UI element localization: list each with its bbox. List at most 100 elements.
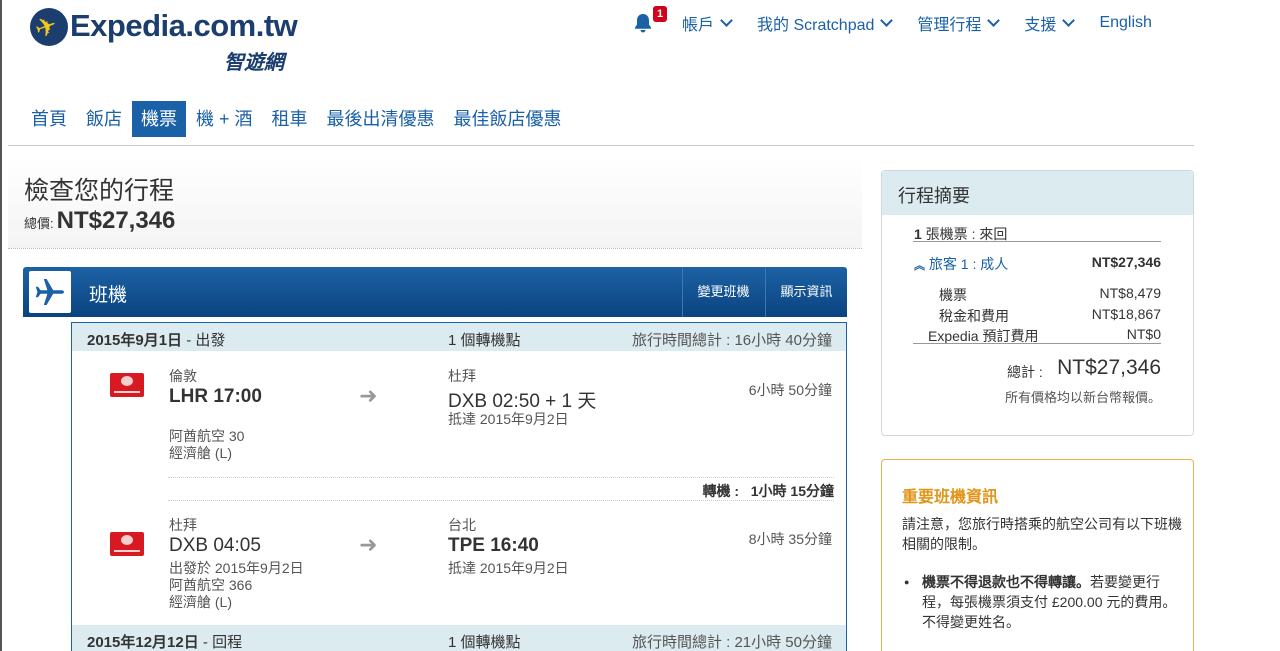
- chevron-down-icon: [880, 14, 894, 27]
- trip-summary-panel: 行程摘要 1 張機票 : 來回 ︽ 旅客 1 : 成人 NT$27,346 機票…: [881, 170, 1194, 436]
- total-price-label: 總價:: [24, 216, 54, 231]
- traveler-type: 成人: [980, 256, 1009, 272]
- manage-trips-label: 管理行程: [917, 17, 982, 34]
- tab-hotel-deals[interactable]: 最佳飯店優惠: [445, 101, 571, 137]
- leg1-from-city: 倫敦: [169, 368, 197, 384]
- important-flight-info-panel: 重要班機資訊 請注意，您旅行時搭乘的航空公司有以下班機相關的限制。 機票不得退款…: [881, 459, 1194, 651]
- summary-divider: [913, 241, 1161, 242]
- tab-hotels[interactable]: 飯店: [77, 101, 131, 137]
- support-menu[interactable]: 支援: [1024, 11, 1076, 35]
- summary-total-label: 總計 :: [1007, 364, 1043, 380]
- scratchpad-menu[interactable]: 我的 Scratchpad: [757, 11, 894, 35]
- ticket-count: 1: [914, 226, 922, 242]
- return-segment-header: 2015年12月12日 - 回程 1 個轉機點 旅行時間總計 : 21小時 50…: [72, 625, 846, 651]
- flight-panel-header: 班機 變更班機 顯示資訊: [23, 267, 847, 317]
- return-date: 2015年12月12日 - 回程: [87, 631, 242, 651]
- trip-summary-title: 行程摘要: [898, 186, 970, 206]
- chevron-up-icon: ︽: [914, 260, 925, 272]
- tab-home[interactable]: 首頁: [22, 101, 76, 137]
- leg1-flight-number: 阿酋航空 30: [169, 428, 245, 444]
- leg2-departure-date: 出發於 2015年9月2日: [169, 560, 304, 576]
- bell-icon: [635, 14, 651, 33]
- manage-trips-menu[interactable]: 管理行程: [917, 11, 1001, 35]
- show-details-button[interactable]: 顯示資訊: [765, 267, 847, 317]
- leg2-to-city: 台北: [448, 517, 476, 533]
- trip-summary-header: 行程摘要: [882, 171, 1193, 215]
- leg2-flight-number: 阿酋航空 366: [169, 577, 253, 593]
- language-label: English: [1099, 14, 1152, 31]
- layover-time: 1小時 15分鐘: [750, 483, 834, 499]
- change-flight-button[interactable]: 變更班機: [682, 267, 764, 317]
- leg1-to-code: DXB 02:50 + 1 天: [448, 391, 597, 412]
- chevron-down-icon: [987, 14, 1001, 27]
- layover-info: 轉機 : 1小時 15分鐘: [703, 481, 834, 501]
- tab-flights[interactable]: 機票: [132, 101, 186, 137]
- top-navigation: 1 帳戶 我的 Scratchpad 管理行程 支援 English: [632, 6, 1152, 35]
- notification-bell[interactable]: 1: [632, 6, 668, 34]
- arrow-right-icon: ➜: [359, 383, 378, 408]
- summary-total-amount: NT$27,346: [1057, 356, 1161, 379]
- scratchpad-label: 我的 Scratchpad: [757, 17, 875, 34]
- leg1-cabin: 經濟艙 (L): [169, 445, 232, 461]
- airplane-icon: [29, 271, 71, 313]
- expedia-logo[interactable]: ✈ Expedia.com.tw 智遊網: [30, 6, 310, 74]
- emirates-logo-icon: [110, 373, 144, 397]
- fare-label: 機票: [939, 287, 967, 303]
- tax-label: 稅金和費用: [939, 308, 1009, 324]
- outbound-date-value: 2015年9月1日: [87, 332, 183, 349]
- tax-amount: NT$18,867: [1091, 306, 1161, 322]
- return-direction: - 回程: [202, 634, 243, 651]
- fare-amount: NT$8,479: [1099, 285, 1161, 301]
- restriction-bold: 機票不得退款也不得轉讓。: [922, 574, 1090, 590]
- outbound-stops: 1 個轉機點: [448, 332, 521, 349]
- logo-subtitle: 智遊網: [224, 50, 284, 74]
- leg1-arrival-date: 抵達 2015年9月2日: [448, 411, 569, 427]
- account-menu[interactable]: 帳戶: [682, 11, 733, 35]
- tab-cars[interactable]: 租車: [263, 101, 317, 137]
- language-link[interactable]: English: [1099, 14, 1151, 32]
- arrow-right-icon: ➜: [359, 532, 378, 557]
- leg2-from-code: DXB 04:05: [169, 535, 261, 556]
- ticket-count-label: 張機票 :: [925, 226, 976, 242]
- support-label: 支援: [1024, 17, 1057, 34]
- currency-note: 所有價格均以新台幣報價。: [1004, 390, 1161, 405]
- return-total-duration: 旅行時間總計 : 21小時 50分鐘: [631, 634, 832, 651]
- chevron-down-icon: [1062, 14, 1076, 27]
- chevron-down-icon: [720, 14, 733, 27]
- account-label: 帳戶: [682, 17, 715, 34]
- nav-divider: [8, 145, 1194, 146]
- traveler-label: 旅客 1 :: [928, 256, 977, 272]
- leg1-duration: 6小時 50分鐘: [748, 382, 832, 398]
- leg1-to-city: 杜拜: [448, 368, 476, 384]
- tab-flight-hotel[interactable]: 機 + 酒: [187, 101, 262, 137]
- important-info-body: 請注意，您旅行時搭乘的航空公司有以下班機相關的限制。: [902, 516, 1182, 552]
- outbound-direction: - 出發: [186, 332, 226, 349]
- globe-icon: ✈: [30, 8, 68, 46]
- traveler-total: NT$27,346: [1091, 254, 1161, 270]
- leg1-from-code: LHR 17:00: [169, 386, 262, 407]
- leg2-cabin: 經濟艙 (L): [169, 594, 232, 610]
- left-edge-divider: [0, 0, 2, 651]
- summary-divider: [913, 343, 1161, 344]
- total-price-amount: NT$27,346: [56, 207, 176, 234]
- outbound-date: 2015年9月1日 - 出發: [87, 329, 225, 350]
- leg2-arrival-date: 抵達 2015年9月2日: [448, 560, 569, 576]
- page-title: 檢查您的行程: [24, 177, 175, 205]
- main-navigation: 首頁 飯店 機票 機 + 酒 租車 最後出清優惠 最佳飯店優惠: [22, 101, 572, 137]
- layover-row: 轉機 : 1小時 15分鐘: [168, 477, 834, 501]
- total-price: 總價: NT$27,346: [24, 207, 175, 235]
- leg2-to-code: TPE 16:40: [448, 535, 539, 556]
- restriction-bullet: 機票不得退款也不得轉讓。若要變更行程，每張機票須支付 £200.00 元的費用。…: [902, 572, 1184, 632]
- traveler-toggle[interactable]: ︽ 旅客 1 : 成人: [914, 254, 1008, 274]
- notification-badge: 1: [653, 6, 668, 22]
- return-stops: 1 個轉機點: [448, 634, 521, 651]
- trip-type: 來回: [979, 226, 1008, 242]
- logo-text: Expedia.com.tw: [70, 8, 298, 43]
- tab-last-minute-deals[interactable]: 最後出清優惠: [318, 101, 444, 137]
- emirates-logo-icon: [110, 532, 144, 556]
- layover-label: 轉機 :: [702, 483, 740, 499]
- flight-details-box: 2015年9月1日 - 出發 1 個轉機點 旅行時間總計 : 16小時 40分鐘…: [71, 322, 847, 651]
- outbound-total-duration: 旅行時間總計 : 16小時 40分鐘: [631, 332, 832, 349]
- review-trip-header: 檢查您的行程 總價: NT$27,346: [8, 157, 862, 249]
- important-info-title: 重要班機資訊: [902, 489, 999, 506]
